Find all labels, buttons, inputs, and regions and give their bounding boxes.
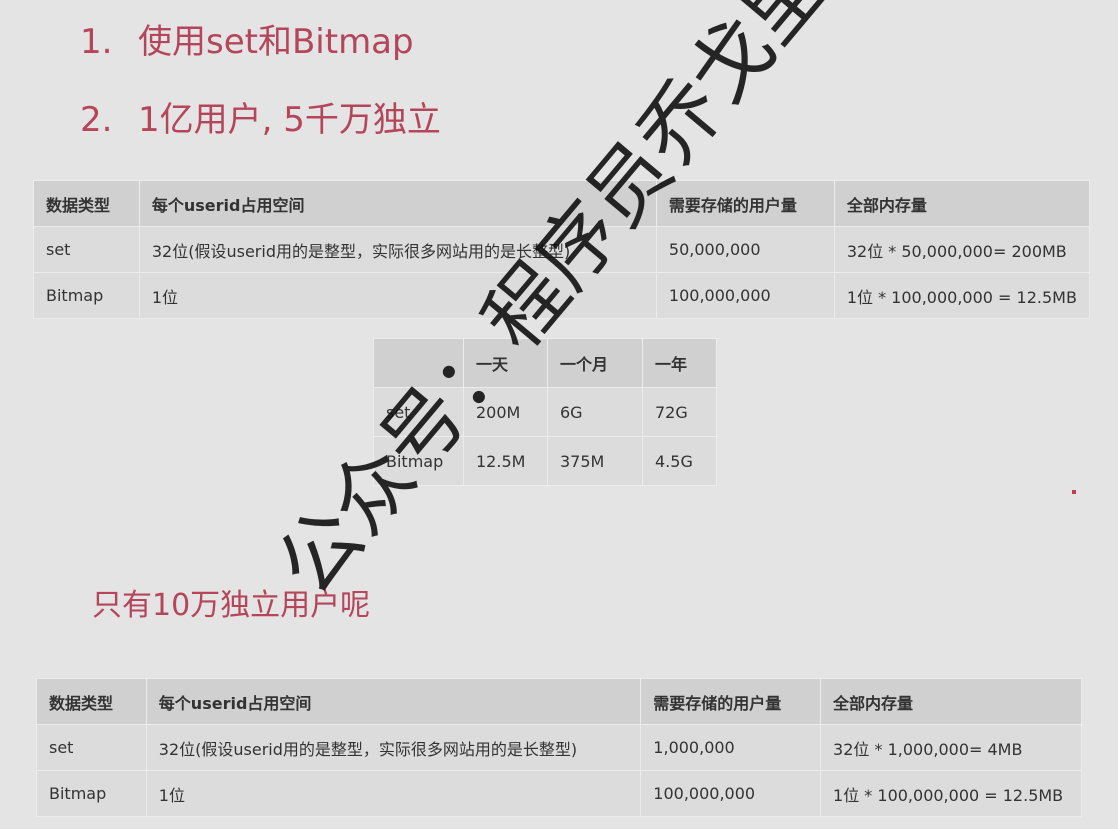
- table-row: set 32位(假设userid用的是整型，实际很多网站用的是长整型) 1,00…: [36, 724, 1082, 771]
- table-cell: 32位(假设userid用的是整型，实际很多网站用的是长整型): [138, 226, 657, 273]
- table-cell: 4.5G: [642, 436, 717, 486]
- table-header-row: 一天 一个月 一年: [373, 338, 717, 388]
- table-cell: 1位: [145, 770, 642, 817]
- heading-number: 2.: [80, 100, 113, 140]
- table-cell: 1位 * 100,000,000 = 12.5MB: [833, 272, 1091, 319]
- heading-number: 1.: [80, 22, 113, 62]
- table-cell: 200M: [463, 387, 548, 437]
- table-row: set 200M 6G 72G: [373, 387, 717, 437]
- header-cell: 一年: [642, 338, 717, 388]
- heading-2: 2. 1亿用户, 5千万独立: [80, 92, 441, 141]
- memory-comparison-table: 数据类型 每个userid占用空间 需要存储的用户量 全部内存量 set 32位…: [33, 180, 1091, 319]
- table-cell: 32位 * 1,000,000= 4MB: [820, 724, 1082, 771]
- table-cell: 12.5M: [463, 436, 548, 486]
- memory-comparison-table-100k: 数据类型 每个userid占用空间 需要存储的用户量 全部内存量 set 32位…: [36, 678, 1082, 817]
- table-cell: 1位: [138, 272, 657, 319]
- heading-1: 1. 使用set和Bitmap: [80, 14, 414, 63]
- header-cell: 数据类型: [33, 180, 140, 227]
- table-cell: 1位 * 100,000,000 = 12.5MB: [820, 770, 1082, 817]
- table-row: Bitmap 12.5M 375M 4.5G: [373, 436, 717, 486]
- time-comparison-table: 一天 一个月 一年 set 200M 6G 72G Bitmap 12.5M 3…: [373, 338, 717, 486]
- header-cell: 全部内存量: [833, 180, 1091, 227]
- table-cell: 100,000,000: [655, 272, 835, 319]
- header-cell: 一天: [463, 338, 548, 388]
- table-row: set 32位(假设userid用的是整型，实际很多网站用的是长整型) 50,0…: [33, 226, 1091, 273]
- table-cell: set: [33, 226, 140, 273]
- table-cell: Bitmap: [373, 436, 464, 486]
- heading-text: 使用set和Bitmap: [138, 22, 414, 62]
- heading-text: 1亿用户, 5千万独立: [138, 100, 441, 140]
- table-cell: 50,000,000: [655, 226, 835, 273]
- table-cell: set: [373, 387, 464, 437]
- table-header-row: 数据类型 每个userid占用空间 需要存储的用户量 全部内存量: [33, 180, 1091, 227]
- table-cell: 32位(假设userid用的是整型，实际很多网站用的是长整型): [145, 724, 642, 771]
- header-cell: 数据类型: [36, 678, 147, 725]
- header-cell: 每个userid占用空间: [145, 678, 642, 725]
- table-cell: 72G: [642, 387, 717, 437]
- header-cell: 每个userid占用空间: [138, 180, 657, 227]
- table-cell: 32位 * 50,000,000= 200MB: [833, 226, 1091, 273]
- subheading: 只有10万独立用户呢: [92, 588, 371, 623]
- header-cell: 需要存储的用户量: [640, 678, 822, 725]
- decorative-dot: [1072, 490, 1076, 494]
- header-cell: 全部内存量: [820, 678, 1082, 725]
- table-cell: 6G: [547, 387, 643, 437]
- header-cell: [373, 338, 464, 388]
- table-cell: 1,000,000: [640, 724, 822, 771]
- table-cell: Bitmap: [33, 272, 140, 319]
- table-cell: Bitmap: [36, 770, 147, 817]
- table-header-row: 数据类型 每个userid占用空间 需要存储的用户量 全部内存量: [36, 678, 1082, 725]
- table-cell: 100,000,000: [640, 770, 822, 817]
- table-cell: set: [36, 724, 147, 771]
- header-cell: 一个月: [547, 338, 643, 388]
- table-row: Bitmap 1位 100,000,000 1位 * 100,000,000 =…: [33, 272, 1091, 319]
- table-row: Bitmap 1位 100,000,000 1位 * 100,000,000 =…: [36, 770, 1082, 817]
- table-cell: 375M: [547, 436, 643, 486]
- header-cell: 需要存储的用户量: [655, 180, 835, 227]
